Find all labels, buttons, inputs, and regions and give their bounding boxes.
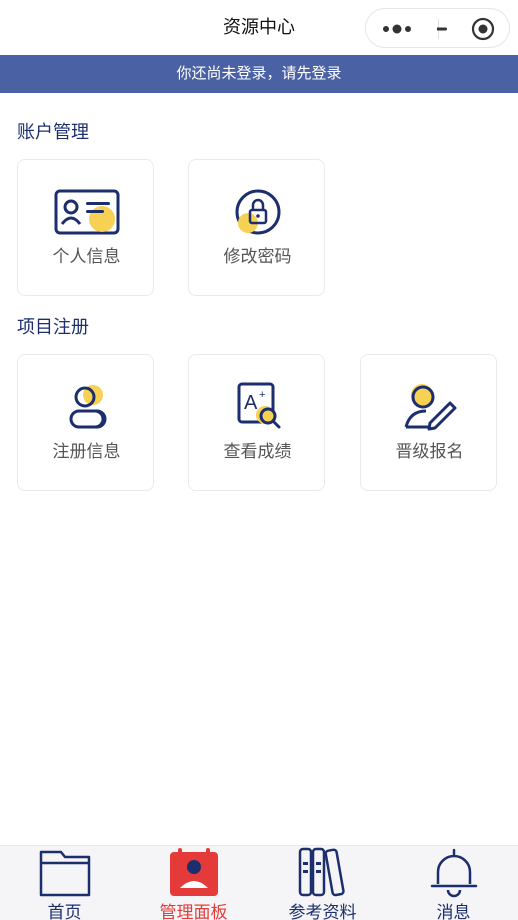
tab-management-panel[interactable]: 管理面板 <box>129 846 258 920</box>
section-title-account: 账户管理 <box>17 122 89 142</box>
calendar-user-icon <box>169 848 218 896</box>
card-view-scores[interactable]: A + 查看成绩 <box>188 354 325 491</box>
id-card-icon <box>54 189 119 235</box>
card-label: 个人信息 <box>52 247 121 266</box>
navbar: 资源中心 <box>0 0 518 55</box>
target-close-icon <box>429 17 495 41</box>
card-change-password[interactable]: 修改密码 <box>188 159 325 296</box>
svg-text:A: A <box>244 392 258 414</box>
books-icon <box>298 847 345 897</box>
tab-label: 管理面板 <box>159 903 228 920</box>
login-banner[interactable]: 你还尚未登录，请先登录 <box>0 55 518 93</box>
tab-bar: 首页 管理面板 参考资料 消息 <box>0 845 518 920</box>
users-icon <box>69 385 106 429</box>
card-promotion-signup[interactable]: 晋级报名 <box>360 354 497 491</box>
lock-icon <box>235 189 280 235</box>
card-label: 查看成绩 <box>223 442 292 461</box>
close-button[interactable] <box>429 9 509 49</box>
card-label: 晋级报名 <box>395 442 464 461</box>
tab-label: 消息 <box>436 903 471 920</box>
bell-icon <box>430 848 477 898</box>
tab-messages[interactable]: 消息 <box>389 846 518 920</box>
card-label: 修改密码 <box>223 247 292 266</box>
card-label: 注册信息 <box>52 442 121 461</box>
grade-search-icon: A + <box>237 382 280 429</box>
minimize-icon <box>429 27 447 31</box>
card-registration-info[interactable]: 注册信息 <box>17 354 154 491</box>
card-personal-info[interactable]: 个人信息 <box>17 159 154 296</box>
tab-home[interactable]: 首页 <box>0 846 129 920</box>
more-dots-icon <box>383 24 411 34</box>
more-button[interactable] <box>366 9 438 49</box>
tab-references[interactable]: 参考资料 <box>258 846 387 920</box>
mini-program-capsule <box>365 8 510 48</box>
tab-label: 首页 <box>47 903 82 920</box>
svg-text:+: + <box>259 389 265 401</box>
folder-icon <box>39 850 90 897</box>
section-title-project: 项目注册 <box>17 317 89 337</box>
user-edit-icon <box>404 384 456 431</box>
tab-label: 参考资料 <box>288 903 357 920</box>
